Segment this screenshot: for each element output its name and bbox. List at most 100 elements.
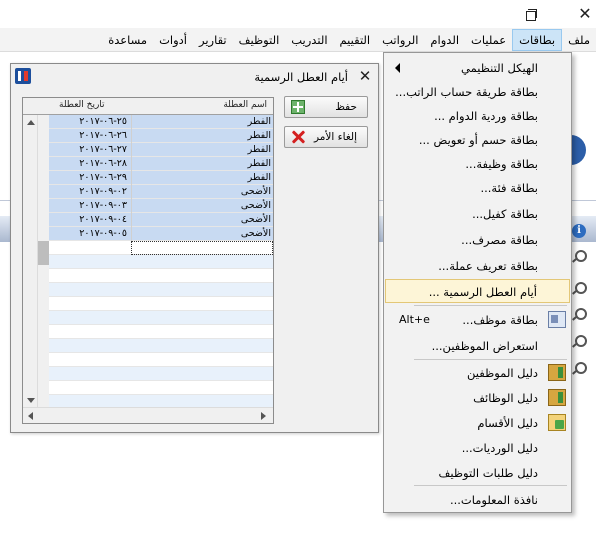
menu-file[interactable]: ملف <box>562 29 596 51</box>
name-cell[interactable]: الفطر <box>131 157 273 171</box>
name-cell[interactable]: الأضحى <box>131 199 273 213</box>
menu-item-label: بطاقة طريقة حساب الراتب... <box>395 85 538 99</box>
menu-attendance[interactable]: الدوام <box>424 29 465 51</box>
name-cell[interactable]: الفطر <box>131 143 273 157</box>
search-icon[interactable] <box>575 250 587 262</box>
name-cell[interactable] <box>131 241 273 255</box>
horizontal-scrollbar[interactable] <box>23 407 273 423</box>
menu-item-employees-guide[interactable]: دليل الموظفين <box>385 361 570 385</box>
date-cell[interactable]: ٢٧-٠٦-٢٠١٧ <box>49 143 131 157</box>
search-icon[interactable] <box>575 282 587 294</box>
date-cell[interactable] <box>49 241 131 255</box>
departments-guide-icon <box>548 414 566 431</box>
menu-item-category-card[interactable]: بطاقة فئة... <box>385 176 570 200</box>
name-cell[interactable]: الفطر <box>131 171 273 185</box>
info-icon[interactable]: i <box>572 224 586 238</box>
menu-separator <box>414 485 567 486</box>
holidays-grid[interactable]: تاريخ العطلة اسم العطلة ٢٥-٠٦-٢٠١٧ الفطر … <box>22 97 274 424</box>
date-cell[interactable]: ٢٩-٠٦-٢٠١٧ <box>49 171 131 185</box>
name-cell[interactable]: الأضحى <box>131 227 273 241</box>
grid-rows: ٢٥-٠٦-٢٠١٧ الفطر ٢٦-٠٦-٢٠١٧ الفطر ٢٧-٠٦-٢٠… <box>49 115 273 409</box>
scroll-up-icon[interactable] <box>27 120 35 125</box>
menu-help[interactable]: مساعدة <box>102 29 153 51</box>
menu-item-label: دليل الورديات... <box>461 441 538 455</box>
menu-item-bank-card[interactable]: بطاقة مصرف... <box>385 228 570 252</box>
menu-item-departments-guide[interactable]: دليل الأقسام <box>385 411 570 435</box>
table-row[interactable]: ٠٤-٠٩-٢٠١٧ الأضحى <box>49 213 273 227</box>
menu-salaries[interactable]: الرواتب <box>376 29 424 51</box>
name-cell[interactable]: الأضحى <box>131 213 273 227</box>
save-button[interactable]: حفظ <box>284 96 368 118</box>
cancel-button[interactable]: إلغاء الأمر <box>284 126 368 148</box>
empty-row <box>49 283 273 297</box>
column-header-date[interactable]: تاريخ العطلة <box>59 100 105 110</box>
name-cell[interactable]: الفطر <box>131 115 273 129</box>
date-cell[interactable]: ٢٦-٠٦-٢٠١٧ <box>49 129 131 143</box>
table-row[interactable]: ٠٢-٠٩-٢٠١٧ الأضحى <box>49 185 273 199</box>
scroll-left-icon[interactable] <box>28 412 33 420</box>
menu-item-job-requests-guide[interactable]: دليل طلبات التوظيف <box>385 461 570 485</box>
menu-item-currency-card[interactable]: بطاقة تعريف عملة... <box>385 254 570 278</box>
search-icon[interactable] <box>575 335 587 347</box>
table-row[interactable]: ٢٦-٠٦-٢٠١٧ الفطر <box>49 129 273 143</box>
date-cell[interactable]: ٢٥-٠٦-٢٠١٧ <box>49 115 131 129</box>
menu-item-sponsor-card[interactable]: بطاقة كفيل... <box>385 202 570 226</box>
menu-item-label: بطاقة وردية الدوام ... <box>434 109 538 123</box>
save-button-label: حفظ <box>335 101 357 113</box>
empty-row <box>49 255 273 269</box>
menu-item-label: دليل طلبات التوظيف <box>438 466 538 480</box>
menu-tools[interactable]: أدوات <box>153 29 193 51</box>
menu-operations[interactable]: عمليات <box>465 29 512 51</box>
date-cell[interactable]: ٠٢-٠٩-٢٠١٧ <box>49 185 131 199</box>
menu-cards[interactable]: بطاقات <box>512 28 563 51</box>
date-cell[interactable]: ٠٤-٠٩-٢٠١٧ <box>49 213 131 227</box>
window-caption-bar: ✕ <box>0 0 596 28</box>
menu-item-employee-card[interactable]: بطاقة موظف... Alt+e <box>385 308 570 332</box>
name-cell[interactable]: الفطر <box>131 129 273 143</box>
menu-item-browse-employees[interactable]: استعراض الموظفين... <box>385 334 570 358</box>
new-row[interactable] <box>49 241 273 255</box>
menu-item-salary-method[interactable]: بطاقة طريقة حساب الراتب... <box>385 80 570 104</box>
table-row[interactable]: ٢٨-٠٦-٢٠١٧ الفطر <box>49 157 273 171</box>
submenu-arrow-icon <box>395 63 400 73</box>
menu-item-org-structure[interactable]: الهيكل التنظيمي <box>385 56 570 80</box>
menu-item-label: استعراض الموظفين... <box>431 339 538 353</box>
dialog-close-icon[interactable]: ✕ <box>356 67 374 85</box>
menu-reports[interactable]: تقارير <box>193 29 233 51</box>
menu-item-official-holidays[interactable]: أيام العطل الرسمية ... <box>385 279 570 303</box>
menu-training[interactable]: التدريب <box>285 29 333 51</box>
menu-item-label: دليل الأقسام <box>477 416 538 430</box>
window-close-icon[interactable]: ✕ <box>574 4 596 24</box>
vertical-scrollbar[interactable] <box>23 115 38 407</box>
menu-item-label: دليل الوظائف <box>473 391 538 405</box>
menu-item-info-window[interactable]: نافذة المعلومات... <box>385 488 570 512</box>
menu-evaluation[interactable]: التقييم <box>334 29 377 51</box>
search-icon[interactable] <box>575 308 587 320</box>
scroll-right-icon[interactable] <box>261 412 266 420</box>
menu-item-shifts-guide[interactable]: دليل الورديات... <box>385 436 570 460</box>
restore-icon[interactable] <box>520 4 542 24</box>
menu-item-shift-card[interactable]: بطاقة وردية الدوام ... <box>385 104 570 128</box>
main-menubar: ملف بطاقات عمليات الدوام الرواتب التقييم… <box>0 28 596 52</box>
date-cell[interactable]: ٢٨-٠٦-٢٠١٧ <box>49 157 131 171</box>
name-cell[interactable]: الأضحى <box>131 185 273 199</box>
menu-item-jobs-guide[interactable]: دليل الوظائف <box>385 386 570 410</box>
menu-employment[interactable]: التوظيف <box>233 29 286 51</box>
table-row[interactable]: ٠٥-٠٩-٢٠١٧ الأضحى <box>49 227 273 241</box>
empty-row <box>49 297 273 311</box>
menu-item-label: بطاقة وظيفة... <box>465 157 538 171</box>
search-icon[interactable] <box>575 362 587 374</box>
cancel-button-label: إلغاء الأمر <box>314 131 357 143</box>
menu-item-job-card[interactable]: بطاقة وظيفة... <box>385 152 570 176</box>
current-row-indicator <box>38 241 49 265</box>
scroll-down-icon[interactable] <box>27 398 35 403</box>
table-row[interactable]: ٢٧-٠٦-٢٠١٧ الفطر <box>49 143 273 157</box>
date-cell[interactable]: ٠٥-٠٩-٢٠١٧ <box>49 227 131 241</box>
table-row[interactable]: ٢٩-٠٦-٢٠١٧ الفطر <box>49 171 273 185</box>
empty-row <box>49 381 273 395</box>
column-header-name[interactable]: اسم العطلة <box>223 100 267 110</box>
menu-item-deduction-card[interactable]: بطاقة حسم أو تعويض ... <box>385 128 570 152</box>
table-row[interactable]: ٠٣-٠٩-٢٠١٧ الأضحى <box>49 199 273 213</box>
date-cell[interactable]: ٠٣-٠٩-٢٠١٧ <box>49 199 131 213</box>
table-row[interactable]: ٢٥-٠٦-٢٠١٧ الفطر <box>49 115 273 129</box>
